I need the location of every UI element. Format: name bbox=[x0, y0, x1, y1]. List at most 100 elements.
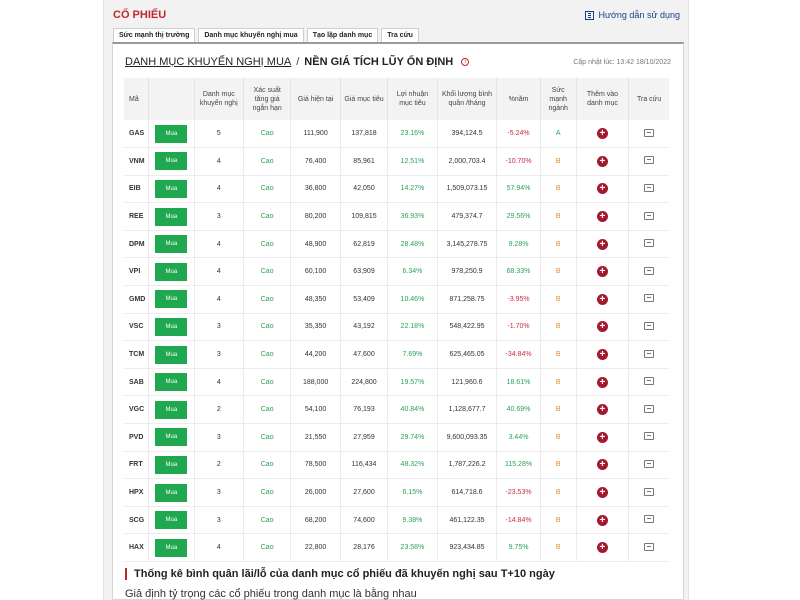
buy-button[interactable]: Mua bbox=[155, 428, 188, 447]
lookup-icon[interactable] bbox=[644, 156, 655, 165]
add-to-portfolio-icon[interactable]: + bbox=[596, 128, 608, 140]
avg-volume: 121,960.6 bbox=[437, 368, 498, 397]
lookup-icon[interactable] bbox=[644, 183, 655, 192]
col-header-year-percent: %năm bbox=[496, 78, 541, 120]
add-to-portfolio-icon[interactable]: + bbox=[596, 293, 608, 305]
buy-button[interactable]: Mua bbox=[155, 400, 188, 419]
add-to-portfolio-icon[interactable]: + bbox=[596, 542, 608, 554]
lookup-icon[interactable] bbox=[644, 377, 655, 386]
action-cell bbox=[628, 175, 669, 204]
sector-strength: B bbox=[540, 257, 577, 287]
portfolio-count: 3 bbox=[194, 478, 244, 507]
probability: Cao bbox=[243, 533, 292, 562]
probability: Cao bbox=[243, 395, 292, 425]
portfolio-count: 4 bbox=[194, 533, 244, 562]
buy-button[interactable]: Mua bbox=[155, 511, 188, 530]
tab-bar: Sức mạnh thị trường Danh mục khuyến nghị… bbox=[113, 28, 419, 42]
stock-code: GAS bbox=[124, 120, 150, 149]
add-to-portfolio-icon[interactable]: + bbox=[596, 376, 608, 388]
action-cell: + bbox=[576, 120, 630, 149]
stats-section-subtitle: Giả định tỷ trọng các cổ phiếu trong dan… bbox=[125, 588, 417, 600]
year-percent: 57.94% bbox=[496, 175, 541, 204]
probability: Cao bbox=[243, 340, 292, 369]
buy-button[interactable]: Mua bbox=[155, 235, 188, 254]
lookup-icon[interactable] bbox=[644, 239, 655, 248]
action-cell bbox=[628, 285, 669, 314]
add-to-portfolio-icon[interactable]: + bbox=[596, 459, 608, 471]
add-to-portfolio-icon[interactable]: + bbox=[596, 321, 608, 333]
buy-button[interactable]: Mua bbox=[155, 538, 188, 557]
add-to-portfolio-icon[interactable]: + bbox=[596, 238, 608, 250]
buy-button[interactable]: Mua bbox=[155, 455, 188, 474]
year-percent: 40.69% bbox=[496, 395, 541, 425]
lookup-icon[interactable] bbox=[644, 404, 655, 413]
buy-button[interactable]: Mua bbox=[155, 262, 188, 281]
sector-strength: B bbox=[540, 230, 577, 259]
stock-code: HAX bbox=[124, 533, 150, 562]
action-cell bbox=[628, 257, 669, 287]
buy-button[interactable]: Mua bbox=[155, 124, 188, 143]
portfolio-count: 3 bbox=[194, 313, 244, 342]
lookup-icon[interactable] bbox=[644, 542, 655, 551]
breadcrumb-parent-link[interactable]: DANH MỤC KHUYẾN NGHỊ MUA bbox=[125, 56, 291, 68]
lookup-icon[interactable] bbox=[644, 266, 655, 275]
action-cell bbox=[628, 202, 669, 231]
tab-buy-recommendations[interactable]: Danh mục khuyến nghị mua bbox=[198, 28, 304, 42]
buy-button[interactable]: Mua bbox=[155, 207, 188, 226]
avg-volume: 394,124.5 bbox=[437, 120, 498, 149]
avg-volume: 479,374.7 bbox=[437, 202, 498, 231]
probability: Cao bbox=[243, 147, 292, 176]
add-to-portfolio-icon[interactable]: + bbox=[596, 404, 608, 416]
stock-code: HPX bbox=[124, 478, 150, 507]
probability: Cao bbox=[243, 368, 292, 397]
user-guide-link[interactable]: Hướng dẫn sử dụng bbox=[585, 10, 680, 20]
add-to-portfolio-icon[interactable]: + bbox=[596, 431, 608, 443]
lookup-icon[interactable] bbox=[644, 432, 655, 441]
target-price: 116,434 bbox=[340, 451, 389, 480]
buy-button[interactable]: Mua bbox=[155, 373, 188, 392]
action-cell: Mua bbox=[148, 120, 195, 149]
lookup-icon[interactable] bbox=[644, 211, 655, 220]
col-header-current-price: Giá hiện tại bbox=[290, 78, 341, 120]
lookup-icon[interactable] bbox=[644, 128, 655, 137]
add-to-portfolio-icon[interactable]: + bbox=[596, 183, 608, 195]
buy-button[interactable]: Mua bbox=[155, 345, 188, 364]
sector-strength: B bbox=[540, 368, 577, 397]
add-to-portfolio-icon[interactable]: + bbox=[596, 266, 608, 278]
action-cell: + bbox=[576, 451, 630, 480]
tab-lookup[interactable]: Tra cứu bbox=[381, 28, 419, 42]
action-cell: Mua bbox=[148, 257, 195, 287]
add-to-portfolio-icon[interactable]: + bbox=[596, 155, 608, 167]
target-price: 47,600 bbox=[340, 340, 389, 369]
lookup-icon[interactable] bbox=[644, 487, 655, 496]
lookup-icon[interactable] bbox=[644, 349, 655, 358]
year-percent: -34.84% bbox=[496, 340, 541, 369]
buy-button[interactable]: Mua bbox=[155, 317, 188, 336]
stock-code: FRT bbox=[124, 451, 150, 480]
target-price: 224,800 bbox=[340, 368, 389, 397]
action-cell: Mua bbox=[148, 147, 195, 176]
breadcrumb-current: NỀN GIÁ TÍCH LŨY ỔN ĐỊNH bbox=[304, 56, 454, 68]
buy-button[interactable]: Mua bbox=[155, 152, 188, 171]
avg-volume: 614,718.6 bbox=[437, 478, 498, 507]
add-to-portfolio-icon[interactable]: + bbox=[596, 349, 608, 361]
tab-market-strength[interactable]: Sức mạnh thị trường bbox=[113, 28, 196, 42]
add-to-portfolio-icon[interactable]: + bbox=[596, 487, 608, 499]
tab-create-portfolio[interactable]: Tạo lập danh mục bbox=[306, 28, 379, 42]
probability: Cao bbox=[243, 506, 292, 535]
add-to-portfolio-icon[interactable]: + bbox=[596, 514, 608, 526]
buy-button[interactable]: Mua bbox=[155, 179, 188, 198]
avg-volume: 923,434.85 bbox=[437, 533, 498, 562]
buy-button[interactable]: Mua bbox=[155, 290, 188, 309]
sector-strength: A bbox=[540, 120, 577, 149]
info-icon[interactable]: i bbox=[461, 58, 470, 66]
lookup-icon[interactable] bbox=[644, 515, 655, 524]
buy-button[interactable]: Mua bbox=[155, 483, 188, 502]
lookup-icon[interactable] bbox=[644, 459, 655, 468]
action-cell: Mua bbox=[148, 451, 195, 480]
table-row: EIB Mua 4 Cao 36,800 42,050 14.27% 1,509,073.15… bbox=[124, 175, 669, 204]
add-to-portfolio-icon[interactable]: + bbox=[596, 211, 608, 223]
lookup-icon[interactable] bbox=[644, 294, 655, 303]
lookup-icon[interactable] bbox=[644, 321, 655, 330]
year-percent: 29.56% bbox=[496, 202, 541, 231]
